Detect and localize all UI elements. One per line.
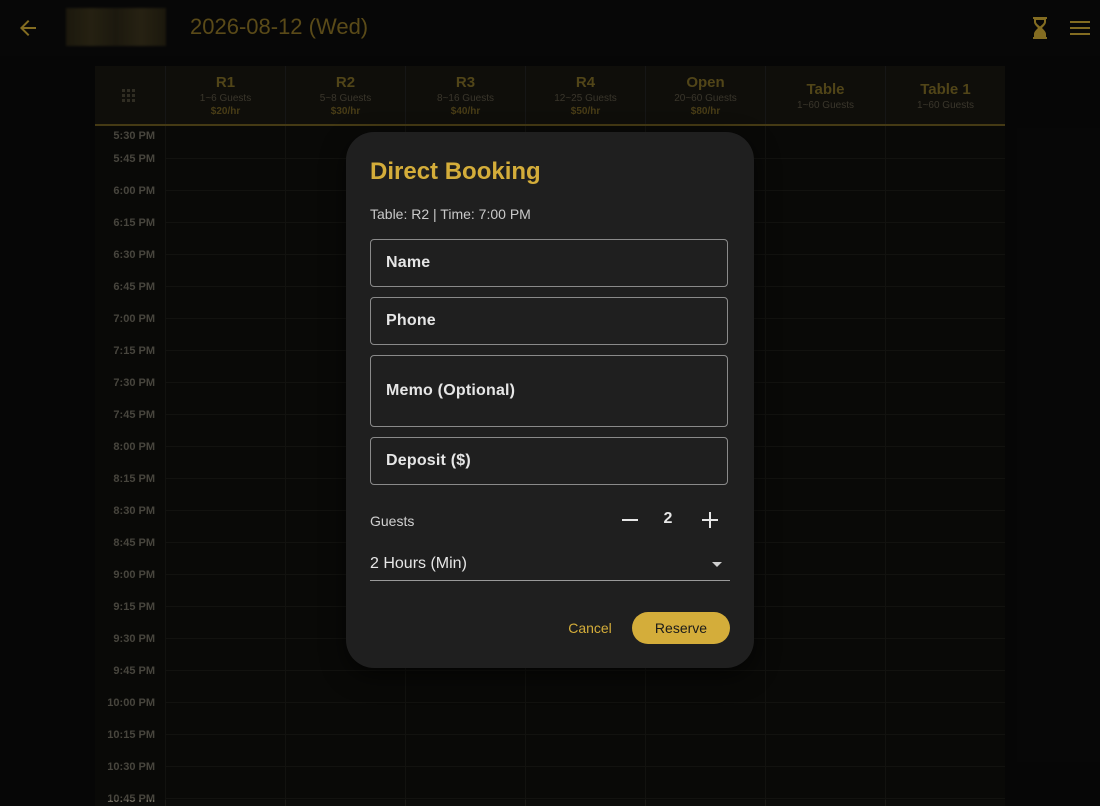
dialog-title: Direct Booking xyxy=(370,158,541,185)
duration-select[interactable]: 2 Hours (Min) xyxy=(370,548,730,581)
deposit-field[interactable]: Deposit ($) xyxy=(370,437,728,485)
phone-field-label: Phone xyxy=(386,312,436,329)
cancel-button[interactable]: Cancel xyxy=(558,612,622,644)
minus-icon[interactable] xyxy=(616,506,644,534)
guests-label: Guests xyxy=(370,513,415,529)
dialog-subtitle: Table: R2 | Time: 7:00 PM xyxy=(370,206,531,222)
duration-value: 2 Hours (Min) xyxy=(370,555,467,572)
plus-icon[interactable] xyxy=(696,506,724,534)
dropdown-caret-icon xyxy=(712,562,722,567)
memo-field-label: Memo (Optional) xyxy=(386,382,516,399)
deposit-field-label: Deposit ($) xyxy=(386,452,471,469)
phone-field[interactable]: Phone xyxy=(370,297,728,345)
name-field[interactable]: Name xyxy=(370,239,728,287)
guest-count: 2 xyxy=(663,510,673,527)
memo-field[interactable]: Memo (Optional) xyxy=(370,355,728,427)
name-field-label: Name xyxy=(386,254,431,271)
reserve-button[interactable]: Reserve xyxy=(632,612,730,644)
direct-booking-dialog: Direct Booking Table: R2 | Time: 7:00 PM… xyxy=(346,132,754,668)
